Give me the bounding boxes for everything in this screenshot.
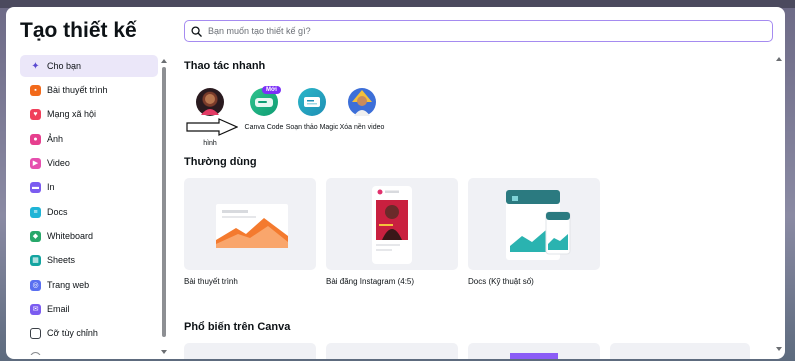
create-design-dialog: Tạo thiết kế ✦ Cho bạn ▪ Bài thuyết trìn…	[6, 7, 785, 359]
common-section-title: Thường dùng	[184, 156, 257, 168]
search-input[interactable]	[208, 26, 748, 36]
sidebar-scroll-thumb[interactable]	[162, 67, 166, 337]
sidebar-item-for-you[interactable]: ✦ Cho bạn	[20, 55, 158, 77]
popular-card[interactable]	[468, 343, 600, 359]
portrait-photo-icon	[196, 88, 224, 116]
sidebar-item-whiteboard[interactable]: ◆ Whiteboard	[20, 225, 158, 247]
quick-action-video-bg-remover[interactable]: Xóa nền video	[332, 88, 392, 133]
sidebar-item-email[interactable]: ✉ Email	[20, 298, 158, 320]
docs-thumbnail	[506, 190, 571, 260]
sidebar-item-label: Video	[47, 158, 70, 168]
sidebar-item-sheets[interactable]: ▦ Sheets	[20, 249, 158, 271]
sidebar-item-more[interactable]	[20, 346, 158, 355]
design-search-box[interactable]	[184, 20, 773, 42]
popular-card[interactable]	[610, 343, 750, 359]
search-icon	[191, 25, 202, 37]
sidebar-item-docs[interactable]: ≡ Docs	[20, 201, 158, 223]
email-icon: ✉	[30, 303, 41, 315]
video-background-remover-icon	[348, 88, 376, 116]
content-scrollbar[interactable]	[776, 57, 782, 357]
heart-icon: ♥	[30, 108, 41, 120]
sidebar-item-video[interactable]: ▶ Video	[20, 152, 158, 174]
scroll-up-icon[interactable]	[161, 59, 167, 63]
sidebar-item-label: Email	[47, 304, 70, 314]
printer-icon: ▬	[30, 181, 41, 193]
instagram-post-thumbnail	[372, 186, 412, 264]
pointer-arrow-annotation	[186, 118, 238, 136]
sidebar-item-label: Trang web	[47, 280, 90, 290]
sidebar-item-label: Cho bạn	[47, 61, 82, 71]
docs-icon: ≡	[30, 206, 41, 218]
scroll-up-icon[interactable]	[776, 57, 782, 61]
canva-code-icon: Mới	[250, 86, 281, 116]
template-card-instagram-post[interactable]	[326, 178, 458, 270]
popular-card[interactable]	[326, 343, 458, 359]
popular-card[interactable]	[184, 343, 316, 359]
dialog-title: Tạo thiết kế	[20, 19, 137, 42]
template-card-label: Docs (Kỹ thuật số)	[468, 277, 534, 286]
sidebar-item-print[interactable]: ▬ In	[20, 176, 158, 198]
new-badge: Mới	[262, 86, 281, 94]
sidebar-item-label: Docs	[47, 207, 68, 217]
category-sidebar: ✦ Cho bạn ▪ Bài thuyết trình ♥ Mạng xã h…	[20, 55, 160, 355]
template-card-label: Bài đăng Instagram (4:5)	[326, 277, 415, 286]
scroll-down-icon[interactable]	[161, 350, 167, 354]
presentation-icon: ▪	[30, 84, 41, 96]
sidebar-item-label: Bài thuyết trình	[47, 85, 108, 95]
popular-card-accent	[510, 353, 558, 359]
sidebar-item-presentation[interactable]: ▪ Bài thuyết trình	[20, 79, 158, 101]
sidebar-item-photo[interactable]: ● Ảnh	[20, 128, 158, 150]
scroll-down-icon[interactable]	[776, 347, 782, 351]
sidebar-scrollbar[interactable]	[161, 59, 167, 355]
sidebar-item-social-media[interactable]: ♥ Mạng xã hội	[20, 103, 158, 125]
popular-section-title: Phổ biến trên Canva	[184, 321, 291, 333]
quick-actions-title: Thao tác nhanh	[184, 60, 266, 72]
template-card-presentation[interactable]	[184, 178, 316, 270]
sidebar-item-label: Mạng xã hội	[47, 109, 97, 119]
website-icon: ◎	[30, 279, 41, 291]
sparkle-icon: ✦	[31, 60, 40, 72]
sidebar-item-label: Sheets	[47, 255, 76, 265]
magic-write-icon	[298, 88, 326, 116]
quick-action-label: hình	[203, 140, 217, 147]
template-card-label: Bài thuyết trình	[184, 277, 238, 286]
sidebar-item-custom-size[interactable]: Cỡ tùy chỉnh	[20, 322, 158, 344]
template-card-docs[interactable]	[468, 178, 600, 270]
presentation-thumbnail	[216, 204, 288, 248]
camera-icon: ●	[30, 133, 41, 145]
sidebar-item-label: Cỡ tùy chỉnh	[47, 328, 98, 338]
sidebar-item-website[interactable]: ◎ Trang web	[20, 274, 158, 296]
video-icon: ▶	[30, 157, 41, 169]
sheets-icon: ▦	[30, 254, 41, 266]
sidebar-item-label: In	[47, 182, 55, 192]
sidebar-item-label: Whiteboard	[47, 231, 94, 241]
custom-size-icon	[30, 327, 41, 339]
sidebar-item-label: Ảnh	[47, 134, 64, 144]
whiteboard-icon: ◆	[30, 230, 41, 242]
quick-action-label: Xóa nền video	[339, 124, 385, 131]
more-icon	[30, 351, 41, 355]
